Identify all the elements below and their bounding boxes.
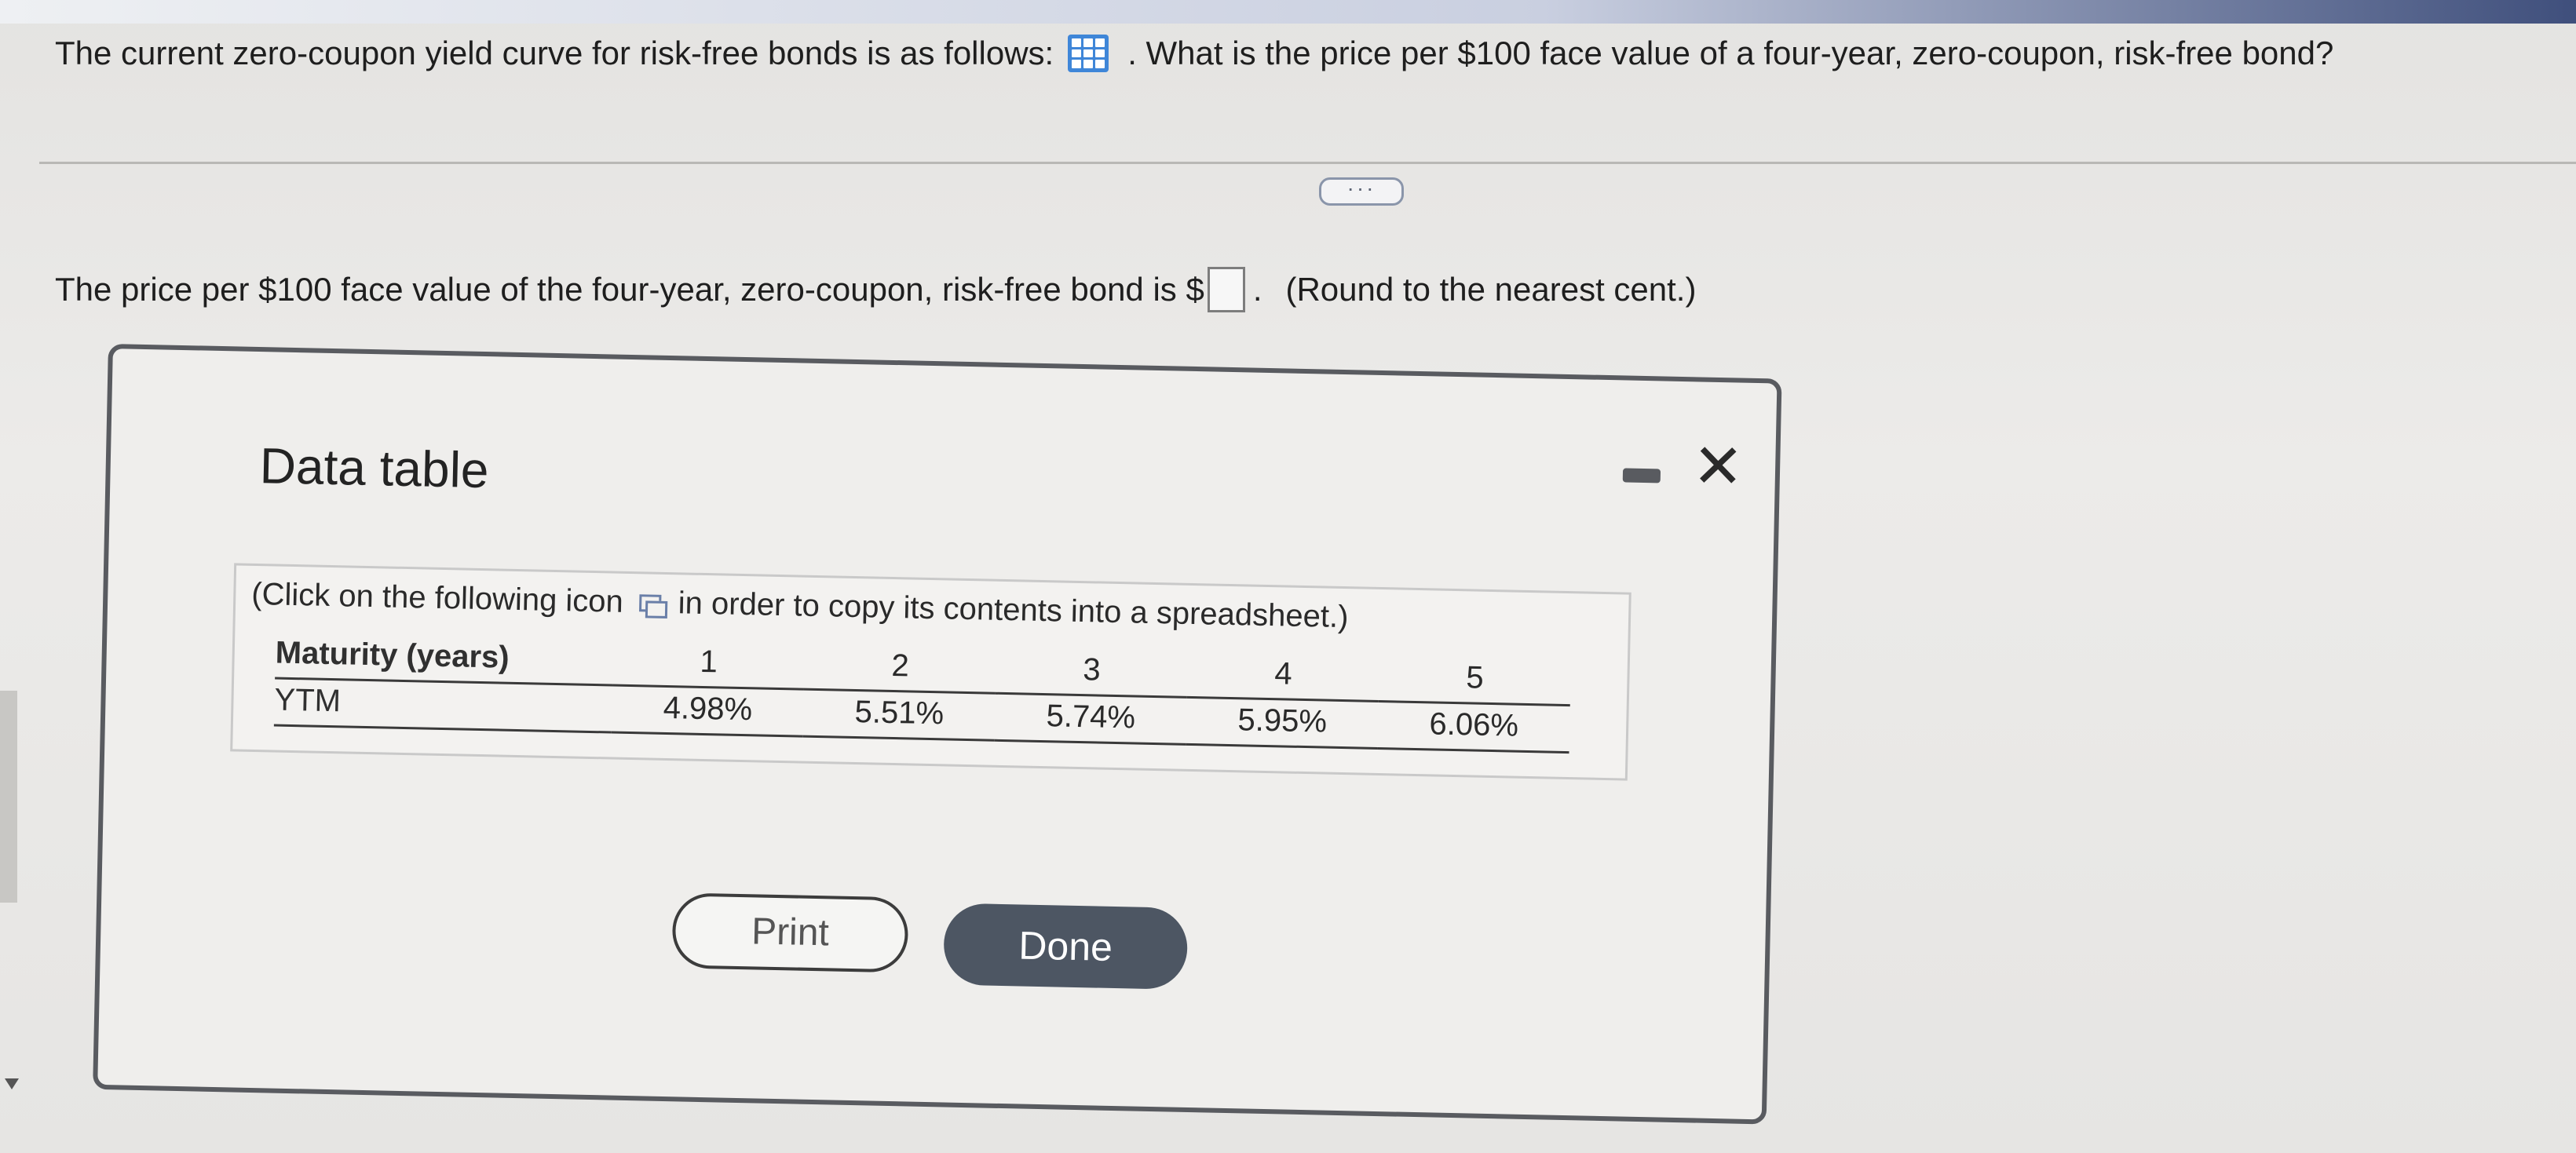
maturity-cell: 4 [1186,651,1380,702]
row-label-maturity: Maturity (years) [275,632,614,686]
question-prefix: The current zero-coupon yield curve for … [55,35,1054,71]
close-icon[interactable]: ✕ [1690,431,1745,501]
maturity-cell: 1 [612,639,806,690]
answer-input[interactable] [1207,267,1245,312]
top-bar [0,0,2576,24]
maturity-cell: 3 [995,647,1189,698]
left-arrow-icon[interactable] [5,1078,19,1089]
maturity-cell: 2 [803,643,997,694]
left-scroll-strip[interactable] [0,691,17,903]
question-text: The current zero-coupon yield curve for … [55,35,2333,72]
ytm-cell: 4.98% [611,685,804,737]
divider [39,162,2576,164]
ytm-cell: 5.51% [802,689,996,741]
maturity-cell: 5 [1378,655,1571,706]
ytm-cell: 6.06% [1377,701,1570,753]
print-button[interactable]: Print [671,892,909,973]
answer-text: The price per $100 face value of the fou… [55,267,1696,312]
data-panel: (Click on the following icon in order to… [230,563,1631,781]
data-table-icon[interactable] [1068,35,1109,72]
copy-note-prefix: (Click on the following icon [250,576,624,619]
copy-icon[interactable] [639,593,663,614]
dialog-title: Data table [259,437,490,499]
data-table-dialog: Data table ✕ (Click on the following ico… [93,344,1782,1125]
answer-prefix: The price per $100 face value of the fou… [55,271,1204,308]
ytm-cell: 5.95% [1186,697,1379,749]
ytm-cell: 5.74% [994,693,1187,745]
round-note: (Round to the nearest cent.) [1285,271,1697,308]
row-label-ytm: YTM [273,678,613,733]
page: The current zero-coupon yield curve for … [0,0,2576,1153]
answer-suffix: . [1252,271,1262,308]
minimize-icon[interactable] [1622,468,1661,483]
question-suffix: . What is the price per $100 face value … [1127,35,2334,71]
copy-note-suffix: in order to copy its contents into a spr… [678,586,1349,635]
done-button[interactable]: Done [943,903,1189,990]
copy-note: (Click on the following icon in order to… [251,577,1349,635]
more-button[interactable]: ··· [1319,177,1404,206]
yield-table: Maturity (years) 1 2 3 4 5 YTM 4.98% 5.5… [273,632,1571,754]
